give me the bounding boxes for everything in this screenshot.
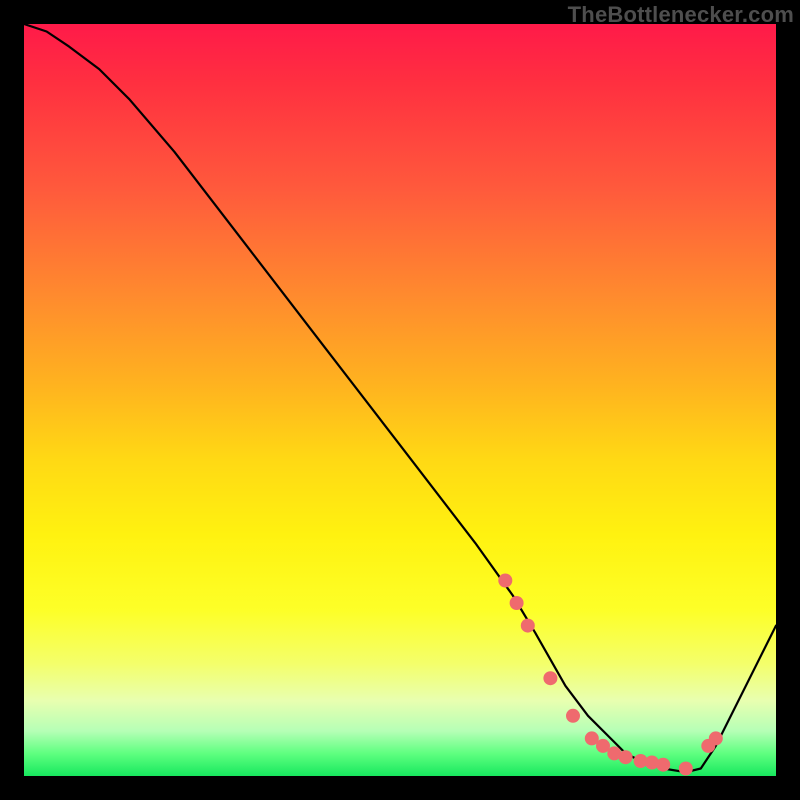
chart-frame: TheBottlenecker.com — [0, 0, 800, 800]
marker-dot — [701, 739, 715, 753]
marker-dot — [679, 762, 693, 776]
marker-dot — [619, 750, 633, 764]
marker-dot — [566, 709, 580, 723]
marker-dot — [709, 731, 723, 745]
marker-dot — [543, 671, 557, 685]
line-chart — [24, 24, 776, 776]
marker-dot — [498, 574, 512, 588]
marker-dot — [510, 596, 524, 610]
series-curve — [24, 24, 776, 772]
marker-dot — [585, 731, 599, 745]
marker-dot — [596, 739, 610, 753]
marker-dot — [645, 756, 659, 770]
marker-dot — [607, 746, 621, 760]
marker-dot — [656, 758, 670, 772]
marker-dot — [634, 754, 648, 768]
plot-area — [24, 24, 776, 776]
marker-dot — [521, 619, 535, 633]
